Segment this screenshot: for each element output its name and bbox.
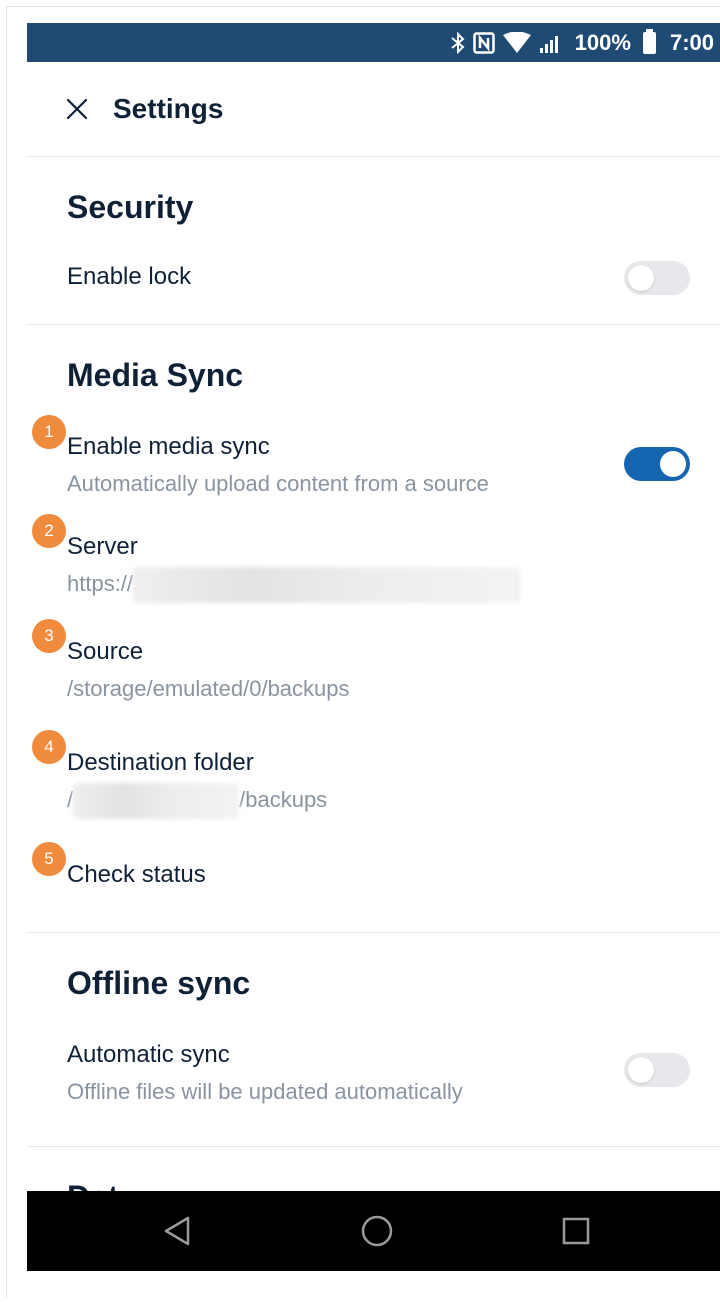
battery-percent: 100% (574, 29, 631, 55)
source-row[interactable]: Source /storage/emulated/0/backups (67, 638, 690, 702)
toggle-knob (628, 265, 654, 291)
enable-lock-row[interactable]: Enable lock (67, 263, 690, 291)
enable-media-sync-row[interactable]: Enable media sync Automatically upload c… (67, 433, 690, 497)
toggle-knob (660, 451, 686, 477)
destination-folder-label: Destination folder (67, 749, 254, 776)
media-sync-section: Media Sync 1 Enable media sync Automatic… (27, 325, 720, 933)
enable-lock-toggle[interactable] (624, 261, 690, 295)
check-status-label: Check status (67, 861, 206, 888)
section-title-security: Security (67, 189, 194, 225)
annotation-badge-1: 1 (32, 415, 66, 449)
enable-media-sync-toggle[interactable] (624, 447, 690, 481)
status-bar: 100% 7:00 (27, 23, 720, 62)
server-value: https:// (67, 567, 690, 603)
section-title-offline-sync: Offline sync (67, 965, 251, 1001)
battery-icon (642, 28, 656, 55)
recents-button[interactable] (536, 1191, 616, 1271)
redacted-folder-name (73, 783, 240, 819)
annotation-badge-2: 2 (32, 514, 66, 548)
server-row[interactable]: Server https:// (67, 533, 690, 603)
annotation-badge-3: 3 (32, 619, 66, 653)
check-status-row[interactable]: Check status (67, 861, 690, 889)
automatic-sync-label: Automatic sync (67, 1041, 230, 1068)
automatic-sync-description: Offline files will be updated automatica… (67, 1079, 463, 1104)
source-label: Source (67, 638, 144, 665)
source-value: /storage/emulated/0/backups (67, 676, 350, 701)
phone-screen: 100% 7:00 Settings Security Enable lock … (27, 23, 720, 1271)
home-button[interactable] (337, 1191, 417, 1271)
destination-folder-value: //backups (67, 783, 690, 819)
clock: 7:00 (669, 29, 714, 55)
automatic-sync-toggle[interactable] (624, 1053, 690, 1087)
redacted-server-address (133, 567, 522, 603)
automatic-sync-row[interactable]: Automatic sync Offline files will be upd… (67, 1041, 690, 1105)
enable-media-sync-label: Enable media sync (67, 433, 270, 460)
signal-icon (539, 31, 561, 55)
wifi-icon (502, 31, 531, 55)
back-button[interactable] (137, 1191, 217, 1271)
server-label: Server (67, 533, 138, 560)
page-title: Settings (113, 93, 224, 124)
close-icon (66, 98, 88, 120)
security-section: Security Enable lock (27, 157, 720, 325)
destination-folder-row[interactable]: Destination folder //backups (67, 749, 690, 819)
enable-media-sync-description: Automatically upload content from a sour… (67, 471, 489, 496)
nfc-icon (472, 31, 495, 55)
recents-icon (562, 1217, 590, 1245)
enable-lock-label: Enable lock (67, 263, 192, 290)
annotation-badge-4: 4 (32, 730, 66, 764)
home-icon (361, 1215, 393, 1247)
annotation-badge-5: 5 (32, 842, 66, 876)
navigation-bar (27, 1191, 720, 1271)
app-bar: Settings (27, 62, 720, 157)
settings-list: Security Enable lock Media Sync 1 Enable… (27, 157, 720, 1267)
close-button[interactable] (57, 89, 97, 129)
destination-suffix: /backups (239, 786, 328, 812)
back-icon (164, 1216, 190, 1246)
section-title-media-sync: Media Sync (67, 357, 244, 393)
bluetooth-icon (451, 31, 465, 55)
server-url-prefix: https:// (67, 570, 134, 596)
toggle-knob (628, 1057, 654, 1083)
offline-sync-section: Offline sync Automatic sync Offline file… (27, 933, 720, 1147)
